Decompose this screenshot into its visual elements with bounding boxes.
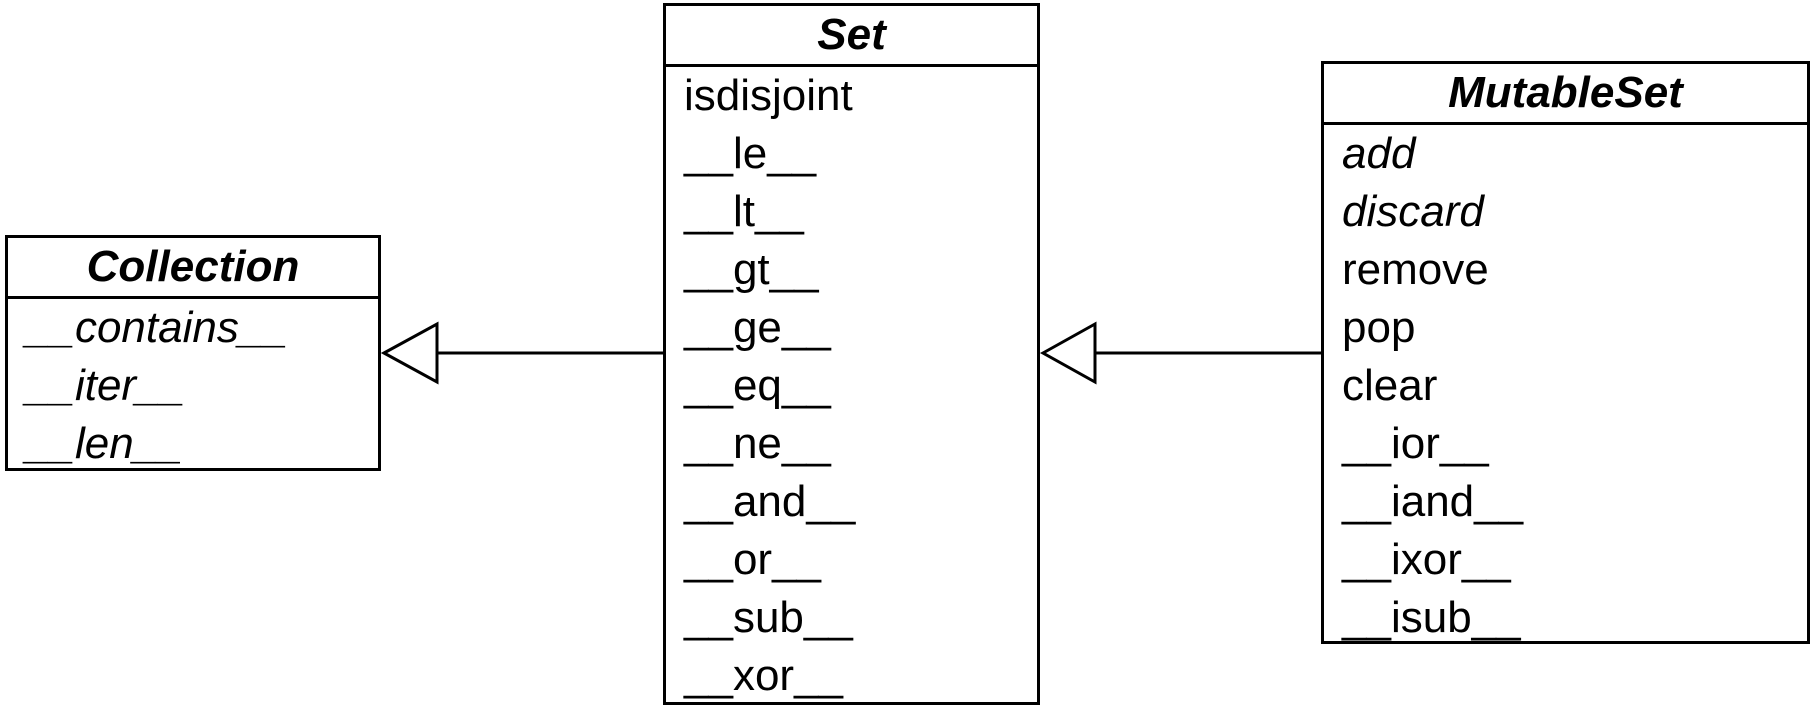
method-item: __lt__: [684, 187, 804, 236]
method-item: __eq__: [684, 361, 831, 410]
class-mutableset: MutableSet add discard remove pop clear …: [1321, 61, 1810, 644]
method-item: discard: [1342, 187, 1484, 236]
method-item: pop: [1342, 303, 1416, 352]
method-item: __contains__: [26, 303, 288, 352]
method-item: __or__: [684, 535, 822, 584]
class-name-mutableset: MutableSet: [1324, 64, 1807, 125]
method-list-collection: __contains__ __iter__ __len__: [8, 299, 378, 473]
method-item: __ne__: [684, 419, 831, 468]
method-item: __sub__: [684, 593, 853, 642]
method-item: __iter__: [26, 361, 186, 410]
method-item: __gt__: [684, 245, 819, 294]
method-item: __isub__: [1342, 593, 1521, 642]
method-item: __ge__: [684, 303, 831, 352]
method-item: __iand__: [1342, 477, 1524, 526]
arrow-mutableset-to-set: [1039, 321, 1321, 385]
method-item: __xor__: [684, 651, 844, 700]
method-item: __ixor__: [1342, 535, 1511, 584]
method-list-set: isdisjoint __le__ __lt__ __gt__ __ge__ _…: [666, 67, 1037, 705]
inheritance-arrowhead-icon: [380, 321, 439, 385]
method-list-mutableset: add discard remove pop clear __ior__ __i…: [1324, 125, 1807, 647]
method-item: __len__: [26, 419, 183, 468]
class-set: Set isdisjoint __le__ __lt__ __gt__ __ge…: [663, 3, 1040, 705]
method-item: isdisjoint: [684, 71, 853, 120]
class-collection: Collection __contains__ __iter__ __len__: [5, 235, 381, 471]
method-item: __ior__: [1342, 419, 1489, 468]
inheritance-arrowhead-icon: [1039, 321, 1097, 385]
method-item: __and__: [684, 477, 856, 526]
method-item: add: [1342, 129, 1416, 178]
method-item: __le__: [684, 129, 817, 178]
arrow-set-to-collection: [380, 321, 663, 385]
class-name-set: Set: [666, 6, 1037, 67]
method-item: clear: [1342, 361, 1438, 410]
method-item: remove: [1342, 245, 1489, 294]
class-name-collection: Collection: [8, 238, 378, 299]
